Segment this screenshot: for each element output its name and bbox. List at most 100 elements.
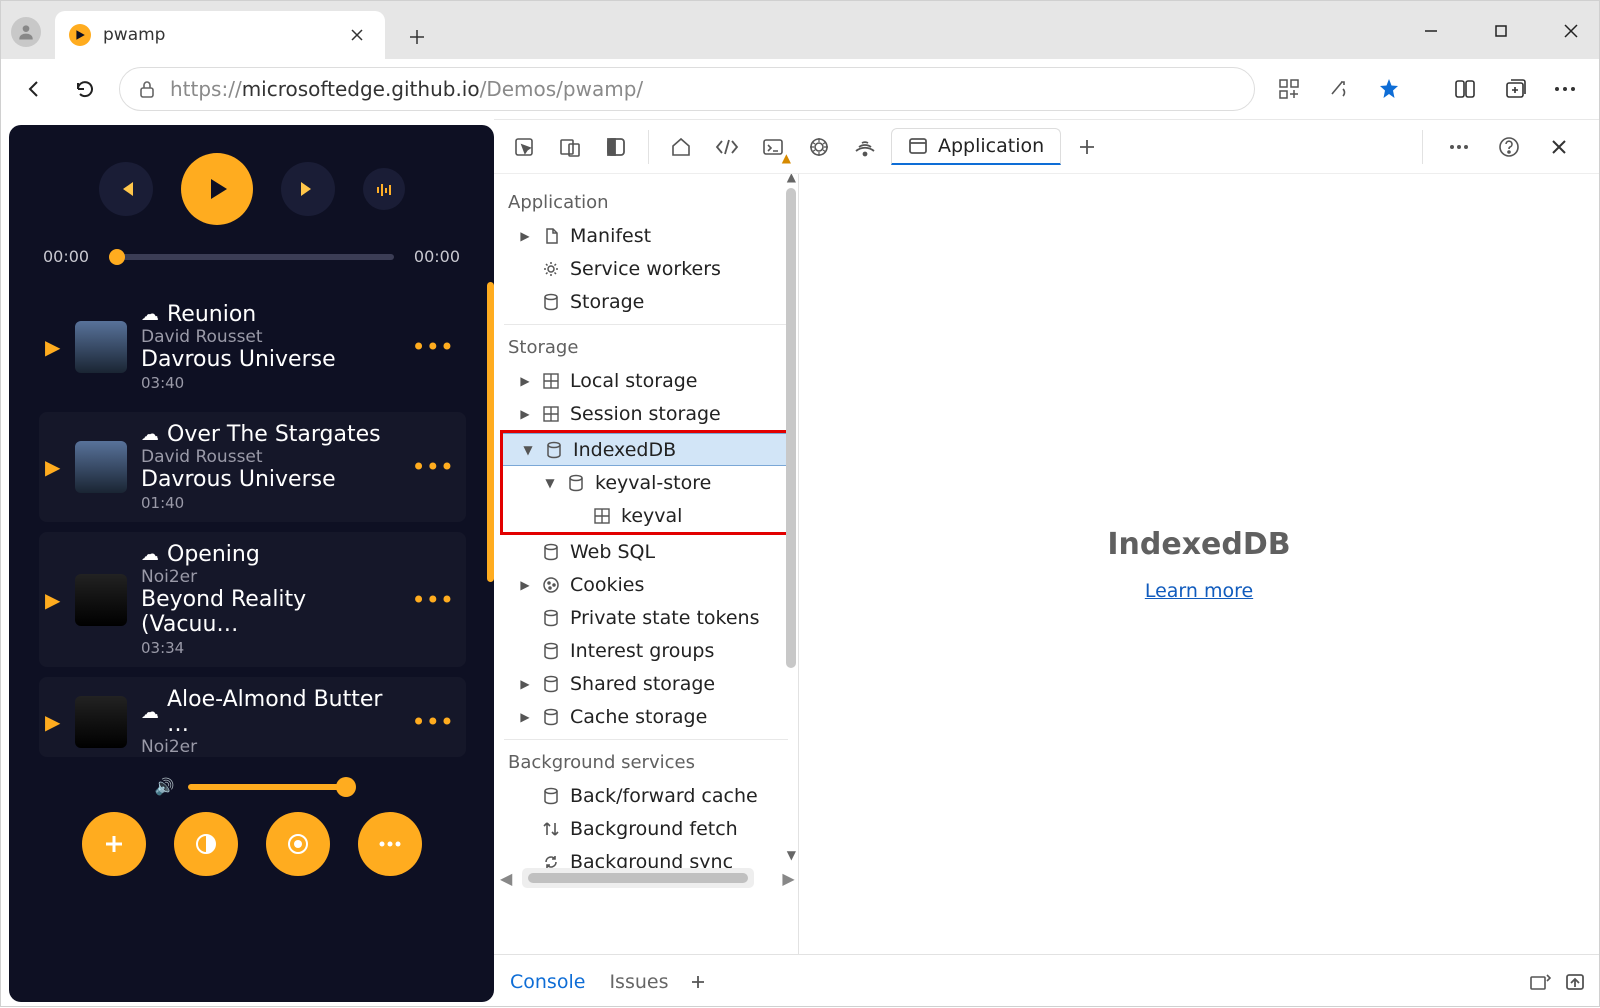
track-artist: David Rousset: [141, 447, 406, 467]
device-icon[interactable]: [550, 127, 590, 167]
track-item[interactable]: ▶ ☁Aloe-Almond Butter … Noi2er •••: [39, 677, 466, 757]
tab-close-icon[interactable]: [343, 21, 371, 49]
drawer-expand-icon[interactable]: [1529, 973, 1551, 991]
refresh-button[interactable]: [63, 67, 107, 111]
sidebar-item-service-workers[interactable]: Service workers: [494, 252, 798, 285]
profile-avatar-icon[interactable]: [11, 17, 41, 47]
read-aloud-icon[interactable]: [1317, 67, 1361, 111]
play-icon[interactable]: ▶: [45, 455, 75, 479]
play-icon[interactable]: ▶: [45, 335, 75, 359]
new-tab-button[interactable]: [395, 15, 439, 59]
track-album: Davrous Universe: [141, 347, 406, 372]
play-icon[interactable]: ▶: [45, 710, 75, 734]
sidebar-item-local-storage[interactable]: ▶Local storage: [494, 364, 798, 397]
sidebar-item-session-storage[interactable]: ▶Session storage: [494, 397, 798, 430]
window-minimize-button[interactable]: [1409, 9, 1453, 53]
inspect-icon[interactable]: [504, 127, 544, 167]
album-art: [75, 574, 127, 626]
track-more-icon[interactable]: •••: [406, 453, 460, 481]
track-scrollbar[interactable]: [487, 282, 494, 582]
prev-track-button[interactable]: [99, 162, 153, 216]
omnibox[interactable]: https://microsoftedge.github.io/Demos/pw…: [119, 67, 1255, 111]
cloud-icon: ☁: [141, 424, 159, 445]
favorite-star-icon[interactable]: [1367, 67, 1411, 111]
seek-slider[interactable]: [109, 254, 394, 260]
play-icon[interactable]: ▶: [45, 588, 75, 612]
sidebar-item-bfetch[interactable]: Background fetch: [494, 812, 798, 845]
sidebar-item-pst[interactable]: Private state tokens: [494, 601, 798, 634]
devtools-drawer: Console Issues: [494, 954, 1599, 1008]
pwamp-app: 00:00 00:00 ▶ ☁Reunion David Rousset Dav…: [9, 125, 494, 1002]
sidebar-item-interest[interactable]: Interest groups: [494, 634, 798, 667]
sidebar-item-shared[interactable]: ▶Shared storage: [494, 667, 798, 700]
add-tab-icon[interactable]: [1067, 127, 1107, 167]
sidebar-item-cache[interactable]: ▶Cache storage: [494, 700, 798, 733]
tab-pwamp[interactable]: pwamp: [55, 11, 385, 59]
drawer-add-icon[interactable]: [690, 974, 706, 990]
track-more-icon[interactable]: •••: [406, 586, 460, 614]
track-artist: Noi2er: [141, 737, 406, 757]
track-duration: 03:34: [141, 639, 406, 657]
highlight-indexeddb: ▼IndexedDB ▼keyval-store keyval: [500, 430, 792, 535]
track-item[interactable]: ▶ ☁Opening Noi2er Beyond Reality (Vacuu……: [39, 532, 466, 667]
section-application: Application: [494, 180, 798, 219]
devtools-close-icon[interactable]: [1539, 127, 1579, 167]
scroll-down-arrow[interactable]: ▼: [787, 848, 796, 862]
settings-more-icon[interactable]: [1543, 67, 1587, 111]
cloud-icon: ☁: [141, 702, 159, 723]
more-button[interactable]: [358, 812, 422, 876]
back-button[interactable]: [13, 67, 57, 111]
network-tab-icon[interactable]: [845, 127, 885, 167]
tab-favicon-play-icon: [69, 24, 91, 46]
drawer-tab-console[interactable]: Console: [508, 967, 587, 997]
titlebar: pwamp: [1, 1, 1599, 59]
track-duration: 03:40: [141, 374, 406, 392]
time-current: 00:00: [43, 247, 89, 266]
sidebar-item-storage[interactable]: Storage: [494, 285, 798, 318]
sidebar-item-bfcache[interactable]: Back/forward cache: [494, 779, 798, 812]
window-maximize-button[interactable]: [1479, 9, 1523, 53]
track-more-icon[interactable]: •••: [406, 708, 460, 736]
sidebar-item-websql[interactable]: Web SQL: [494, 535, 798, 568]
sidebar-item-keyval[interactable]: keyval: [503, 499, 789, 532]
learn-more-link[interactable]: Learn more: [1145, 580, 1253, 602]
collections-icon[interactable]: [1493, 67, 1537, 111]
track-album: Beyond Reality (Vacuu…: [141, 587, 406, 637]
record-button[interactable]: [266, 812, 330, 876]
dock-icon[interactable]: [596, 127, 636, 167]
next-track-button[interactable]: [281, 162, 335, 216]
drawer-tab-issues[interactable]: Issues: [607, 967, 670, 997]
track-duration: 01:40: [141, 494, 406, 512]
application-tab[interactable]: Application: [891, 128, 1061, 165]
sidebar-item-manifest[interactable]: ▶Manifest: [494, 219, 798, 252]
sidebar-item-cookies[interactable]: ▶Cookies: [494, 568, 798, 601]
add-button[interactable]: [82, 812, 146, 876]
volume-slider[interactable]: [188, 784, 348, 790]
sidebar-item-keyval-store[interactable]: ▼keyval-store: [503, 466, 789, 499]
track-more-icon[interactable]: •••: [406, 333, 460, 361]
sidebar-scrollbar[interactable]: [786, 188, 796, 668]
theme-button[interactable]: [174, 812, 238, 876]
track-item[interactable]: ▶ ☁Over The Stargates David Rousset Davr…: [39, 412, 466, 522]
sidebar-h-scrollbar[interactable]: ◀▶: [500, 868, 780, 888]
devtools-more-icon[interactable]: [1439, 127, 1479, 167]
welcome-tab-icon[interactable]: [661, 127, 701, 167]
apps-icon[interactable]: [1267, 67, 1311, 111]
window-close-button[interactable]: [1549, 9, 1593, 53]
console-tab-icon[interactable]: ▲: [753, 127, 793, 167]
devtools-help-icon[interactable]: [1489, 127, 1529, 167]
lock-icon: [138, 79, 156, 99]
time-duration: 00:00: [414, 247, 460, 266]
track-item[interactable]: ▶ ☁Reunion David Rousset Davrous Univers…: [39, 292, 466, 402]
play-button[interactable]: [181, 153, 253, 225]
drawer-dock-icon[interactable]: [1565, 973, 1585, 991]
volume-icon[interactable]: 🔊: [155, 777, 175, 796]
album-art: [75, 696, 127, 748]
elements-tab-icon[interactable]: [707, 127, 747, 167]
sources-tab-icon[interactable]: [799, 127, 839, 167]
split-screen-icon[interactable]: [1443, 67, 1487, 111]
sidebar-item-indexeddb[interactable]: ▼IndexedDB: [503, 433, 789, 466]
cloud-icon: ☁: [141, 304, 159, 325]
scroll-up-arrow[interactable]: ▲: [787, 174, 796, 184]
visualizer-button[interactable]: [363, 168, 405, 210]
